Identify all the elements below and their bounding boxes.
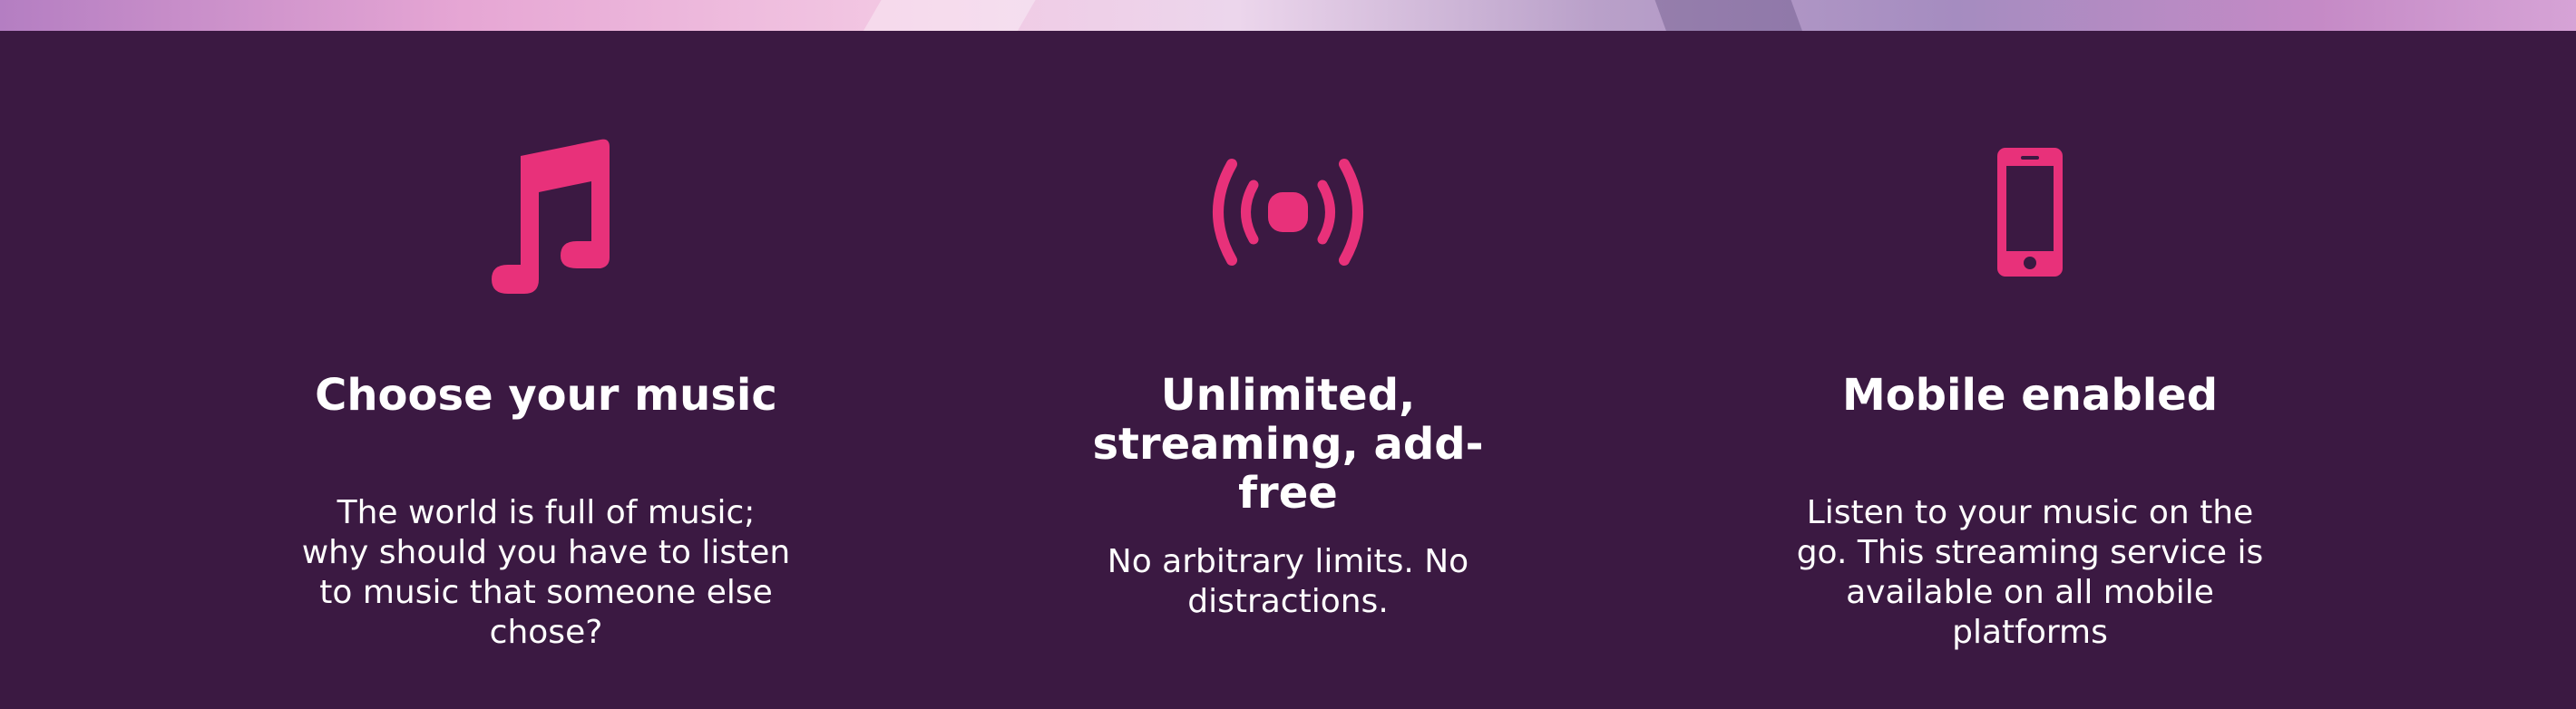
feature-mobile-enabled: Mobile enabled Listen to your music on t…	[1712, 31, 2347, 709]
music-note-icon	[229, 121, 864, 303]
feature-title: Unlimited, streaming, add-free	[1092, 370, 1484, 519]
hero-image-detail	[1648, 0, 1808, 31]
feature-title: Mobile enabled	[1841, 370, 2219, 421]
features-section: Choose your music The world is full of m…	[0, 31, 2576, 709]
feature-description: No arbitrary limits. No distractions.	[1107, 543, 1469, 620]
broadcast-icon	[971, 121, 1605, 303]
hero-image-detail	[849, 0, 1047, 31]
hero-image-strip	[0, 0, 2576, 31]
feature-description: The world is full of music; why should y…	[301, 494, 791, 651]
feature-description: Listen to your music on the go. This str…	[1796, 494, 2264, 651]
feature-unlimited-streaming: Unlimited, streaming, add-free No arbitr…	[971, 31, 1605, 709]
feature-title: Choose your music	[315, 370, 777, 421]
mobile-phone-icon	[1712, 121, 2347, 303]
feature-choose-music: Choose your music The world is full of m…	[229, 31, 864, 709]
